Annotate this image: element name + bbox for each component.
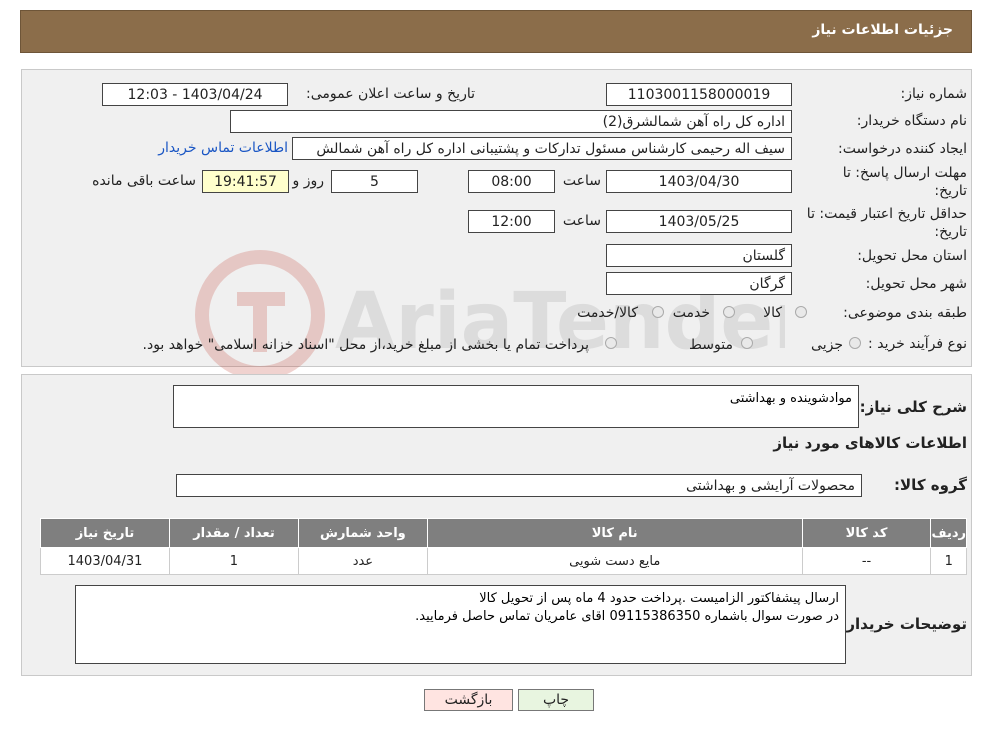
print-button[interactable]: چاپ: [518, 689, 594, 711]
buyer-notes-field[interactable]: [75, 585, 846, 664]
buyer-org-label: نام دستگاه خریدار:: [856, 113, 967, 129]
col-need-date: تاریخ نیاز: [40, 518, 170, 548]
process-radio-treasury[interactable]: [605, 337, 617, 349]
col-row-number: ردیف: [930, 518, 967, 548]
category-radio-service[interactable]: [723, 306, 735, 318]
city-field: گرگان: [606, 272, 792, 295]
col-unit: واحد شمارش: [297, 518, 428, 548]
cell-row-number: 1: [930, 547, 967, 575]
treasury-note: پرداخت تمام یا بخشی از مبلغ خرید،از محل …: [142, 337, 589, 353]
province-field: گلستان: [606, 244, 792, 267]
remaining-days: 5: [331, 170, 418, 193]
price-validity-time: 12:00: [468, 210, 555, 233]
requester-label: ایجاد کننده درخواست:: [838, 141, 967, 157]
process-radio-medium[interactable]: [741, 337, 753, 349]
process-option-medium: متوسط: [689, 337, 733, 353]
items-table: ردیف کد کالا نام کالا واحد شمارش تعداد /…: [40, 518, 967, 575]
reply-deadline-label: مهلت ارسال پاسخ: تا: [842, 165, 967, 181]
col-item-name: نام کالا: [426, 518, 803, 548]
page-title: جزئیات اطلاعات نیاز: [812, 22, 953, 38]
table-row[interactable]: 1 -- مایع دست شویی عدد 1 1403/04/31: [40, 547, 967, 575]
reply-deadline-label-2: تاریخ:: [934, 183, 967, 199]
need-number-field: 1103001158000019: [606, 83, 792, 106]
remaining-time: 19:41:57: [202, 170, 289, 193]
price-time-label: ساعت: [562, 213, 601, 229]
city-label: شهر محل تحویل:: [865, 276, 967, 292]
col-quantity: تعداد / مقدار: [168, 518, 299, 548]
page-header: جزئیات اطلاعات نیاز: [20, 10, 972, 53]
announce-datetime-field: 1403/04/24 - 12:03: [102, 83, 288, 106]
goods-group-label: گروه کالا:: [894, 476, 967, 494]
announce-datetime-label: تاریخ و ساعت اعلان عمومی:: [306, 86, 475, 102]
days-label: روز و: [292, 173, 325, 189]
requester-field: سیف اله رحیمی کارشناس مسئول تدارکات و پش…: [292, 137, 792, 160]
reply-deadline-time: 08:00: [468, 170, 555, 193]
category-option-goods-service: کالا/خدمت: [577, 305, 638, 321]
category-radio-goods-service[interactable]: [652, 306, 664, 318]
col-item-code: کد کالا: [801, 518, 932, 548]
general-desc-label: شرح کلی نیاز:: [859, 398, 967, 416]
back-button[interactable]: بازگشت: [424, 689, 513, 711]
process-radio-minor[interactable]: [849, 337, 861, 349]
process-label: نوع فرآیند خرید :: [868, 336, 967, 352]
cell-item-name: مایع دست شویی: [426, 547, 803, 575]
buyer-notes-label: توضیحات خریدار:: [840, 615, 967, 633]
buyer-contact-link[interactable]: اطلاعات تماس خریدار: [158, 140, 288, 156]
cell-unit: عدد: [297, 547, 428, 575]
category-label: طبقه بندی موضوعی:: [843, 305, 967, 321]
price-validity-label-2: تاریخ:: [934, 224, 967, 240]
price-validity-date: 1403/05/25: [606, 210, 792, 233]
goods-group-field: محصولات آرایشی و بهداشتی: [176, 474, 862, 497]
province-label: استان محل تحویل:: [857, 248, 967, 264]
cell-item-code: --: [801, 547, 932, 575]
cell-need-date: 1403/04/31: [40, 547, 170, 575]
reply-time-label: ساعت: [562, 173, 601, 189]
remaining-label: ساعت باقی مانده: [92, 173, 196, 189]
price-validity-label: حداقل تاریخ اعتبار قیمت: تا: [806, 206, 967, 222]
items-table-header: ردیف کد کالا نام کالا واحد شمارش تعداد /…: [40, 518, 967, 548]
category-radio-goods[interactable]: [795, 306, 807, 318]
goods-section-title: اطلاعات کالاهای مورد نیاز: [773, 434, 967, 452]
buyer-org-field: اداره کل راه آهن شمالشرق(2): [230, 110, 792, 133]
category-option-service: خدمت: [672, 305, 710, 321]
process-option-minor: جزیی: [811, 337, 843, 353]
need-number-label: شماره نیاز:: [900, 86, 968, 102]
reply-deadline-date: 1403/04/30: [606, 170, 792, 193]
general-desc-field[interactable]: [173, 385, 859, 428]
cell-quantity: 1: [168, 547, 299, 575]
category-option-goods: کالا: [763, 305, 782, 321]
